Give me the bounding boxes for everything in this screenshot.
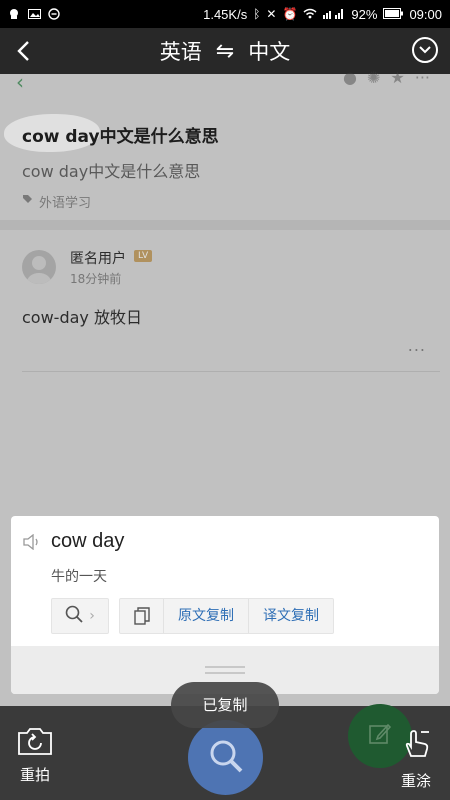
network-speed: 1.45K/s xyxy=(203,6,248,22)
back-icon[interactable] xyxy=(12,38,38,64)
translation-text: 牛的一天 xyxy=(51,569,107,585)
swap-language-icon[interactable]: ⇋ xyxy=(216,39,234,64)
redo-label: 重涂 xyxy=(400,772,431,790)
edit-icon xyxy=(368,722,392,750)
copy-icon[interactable] xyxy=(120,599,164,633)
translation-result-card: cow day 牛的一天 › 原文复制 译文复制 xyxy=(11,516,439,694)
copy-translation-button[interactable]: 译文复制 xyxy=(248,599,333,633)
speaker-icon[interactable] xyxy=(23,533,41,551)
copy-source-button[interactable]: 原文复制 xyxy=(164,599,248,633)
chevron-right-icon: › xyxy=(89,608,95,624)
battery-percent: 92% xyxy=(351,6,378,22)
sync-icon xyxy=(48,8,60,20)
wifi-icon xyxy=(303,7,317,22)
bluetooth-icon: ᛒ xyxy=(253,7,261,21)
target-language[interactable]: 中文 xyxy=(248,36,290,66)
copy-button-group: 原文复制 译文复制 xyxy=(119,598,334,634)
drag-handle-icon[interactable] xyxy=(205,666,245,674)
translate-top-bar: 英语 ⇋ 中文 xyxy=(0,28,450,74)
mute-icon: ✕ xyxy=(266,7,277,21)
alarm-icon: ⏰ xyxy=(282,7,298,21)
source-language[interactable]: 英语 xyxy=(160,36,202,66)
search-icon xyxy=(65,605,83,627)
battery-icon xyxy=(383,7,404,22)
copied-toast: 已复制 xyxy=(171,682,279,728)
notification-icon xyxy=(8,8,20,20)
image-icon xyxy=(28,8,41,20)
signal-icon xyxy=(323,7,345,22)
camera-rotate-icon xyxy=(17,728,53,760)
redo-paint-button[interactable]: 重涂 xyxy=(396,726,436,791)
source-text: cow day xyxy=(51,530,125,552)
chevron-down-icon[interactable] xyxy=(412,37,438,63)
retake-label: 重拍 xyxy=(19,766,50,784)
language-selector[interactable]: 英语 ⇋ 中文 xyxy=(160,36,290,66)
retake-button[interactable]: 重拍 xyxy=(16,726,54,785)
dictionary-search-button[interactable]: › xyxy=(51,598,109,634)
clock: 09:00 xyxy=(409,6,442,22)
status-bar: 1.45K/s ᛒ ✕ ⏰ 92% 09:00 xyxy=(0,0,450,28)
hand-touch-icon xyxy=(399,730,433,764)
search-icon xyxy=(206,736,246,780)
capture-search-button[interactable] xyxy=(188,720,263,795)
